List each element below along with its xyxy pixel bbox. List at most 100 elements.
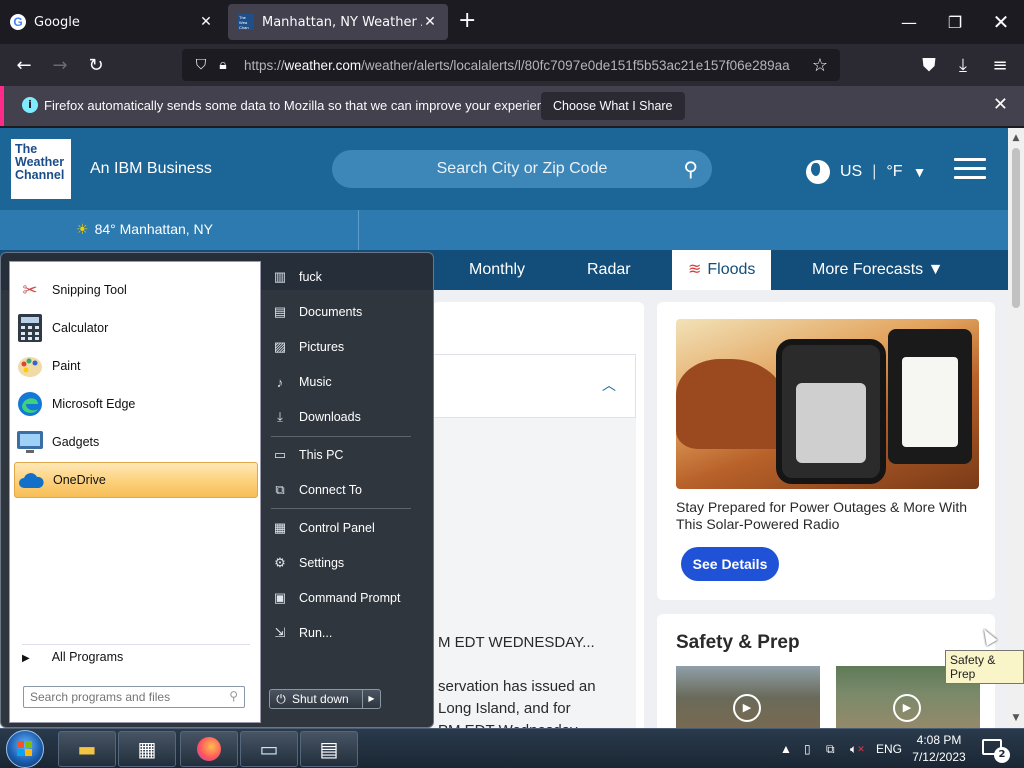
navigation-toolbar: ← → ↻ ⛉ 🔒︎ https://weather.com/weather/a… xyxy=(0,44,1024,86)
show-hidden-icons[interactable]: ▲ xyxy=(780,729,792,768)
firefox-taskbar-button[interactable] xyxy=(180,731,238,767)
nav-label: More Forecasts xyxy=(812,261,924,278)
hamburger-menu-icon[interactable] xyxy=(954,158,986,180)
notepad-taskbar-button[interactable]: ▤ xyxy=(300,731,358,767)
nav-monthly[interactable]: Monthly xyxy=(453,250,541,290)
scroll-down-arrow[interactable]: ▼ xyxy=(1008,710,1024,726)
city-search-input[interactable]: Search City or Zip Code ⚲ xyxy=(332,150,712,188)
minimize-button[interactable]: — xyxy=(886,0,932,44)
remote-desktop-taskbar-button[interactable]: ▭ xyxy=(240,731,298,767)
search-icon[interactable]: ⚲ xyxy=(683,157,698,181)
program-microsoft-edge[interactable]: Microsoft Edge xyxy=(14,386,258,422)
back-button[interactable]: ← xyxy=(11,52,37,78)
downloads-icon[interactable]: ⤓ xyxy=(950,52,976,78)
network-icon: ⧉ xyxy=(275,482,285,497)
url-bar[interactable]: ⛉ 🔒︎ https://weather.com/weather/alerts/… xyxy=(182,49,840,81)
program-paint[interactable]: Paint xyxy=(14,348,258,384)
program-label: Microsoft Edge xyxy=(52,397,136,411)
reload-button[interactable]: ↻ xyxy=(83,52,109,78)
downloads-icon: ⤓ xyxy=(277,409,283,424)
start-button[interactable] xyxy=(6,730,44,768)
place-command-prompt[interactable]: ▣ Command Prompt xyxy=(271,583,421,613)
solar-radio-image[interactable] xyxy=(676,319,979,489)
start-search-box[interactable]: ⚲ xyxy=(23,686,245,708)
close-tab-icon[interactable]: ✕ xyxy=(198,14,214,30)
page-scrollbar[interactable]: ▲ ▼ xyxy=(1008,128,1024,728)
monitor-icon: ▭ xyxy=(259,737,279,761)
cloud-icon xyxy=(15,464,47,496)
place-control-panel[interactable]: ▦ Control Panel xyxy=(271,513,421,543)
locale-selector[interactable]: US | °F ▼ xyxy=(806,160,926,184)
close-notification-icon[interactable]: ✕ xyxy=(993,94,1008,115)
volume-muted-icon[interactable]: 🔈︎ ✕ xyxy=(850,729,865,768)
alert-accordion[interactable]: ︿ xyxy=(432,354,636,418)
close-window-button[interactable]: ✕ xyxy=(978,0,1024,44)
place-music[interactable]: ♪ Music xyxy=(271,367,421,397)
choose-what-i-share-button[interactable]: Choose What I Share xyxy=(541,92,685,120)
pocket-icon[interactable]: ⛊ xyxy=(916,52,942,78)
promo-headline[interactable]: Stay Prepared for Power Outages & More W… xyxy=(676,499,976,533)
nav-radar[interactable]: Radar xyxy=(571,250,647,290)
program-snipping-tool[interactable]: ✂ Snipping Tool xyxy=(14,272,258,308)
lock-icon[interactable]: 🔒︎ xyxy=(212,57,234,73)
place-label: Command Prompt xyxy=(299,591,401,605)
place-pictures[interactable]: ▨ Pictures xyxy=(271,332,421,362)
alert-text: Long Island, and for xyxy=(438,700,571,717)
notification-count-badge: 2 xyxy=(994,747,1010,763)
place-downloads[interactable]: ⤓ Downloads xyxy=(271,402,421,432)
tracking-shield-icon[interactable]: ⛉ xyxy=(190,57,212,73)
nav-floods[interactable]: ≋ Floods xyxy=(672,250,772,290)
place-this-pc[interactable]: ▭ This PC xyxy=(271,440,421,470)
start-search-input[interactable] xyxy=(24,687,214,707)
alert-text: M EDT WEDNESDAY... xyxy=(438,634,595,651)
file-explorer-taskbar-button[interactable]: ▬ xyxy=(58,731,116,767)
lantern-device xyxy=(888,329,972,464)
menu-icon[interactable]: ≡ xyxy=(987,52,1013,78)
url-text[interactable]: https://weather.com/weather/alerts/local… xyxy=(244,58,804,73)
store-taskbar-button[interactable]: ▦ xyxy=(118,731,176,767)
locale-divider: | xyxy=(872,163,877,180)
program-label: Paint xyxy=(52,359,81,373)
play-icon[interactable]: ▶ xyxy=(733,694,761,722)
globe-icon xyxy=(806,160,830,184)
see-details-button[interactable]: See Details xyxy=(681,547,779,581)
weather-channel-logo[interactable]: The Weather Channel xyxy=(11,139,71,199)
close-tab-icon[interactable]: ✕ xyxy=(422,14,438,30)
program-calculator[interactable]: Calculator xyxy=(14,310,258,346)
place-run[interactable]: ⇲ Run... xyxy=(271,618,421,648)
bookmark-star-icon[interactable]: ☆ xyxy=(812,55,828,76)
scroll-thumb[interactable] xyxy=(1012,148,1020,308)
divider xyxy=(358,210,359,250)
url-domain: weather.com xyxy=(284,57,362,73)
place-settings[interactable]: ⚙ Settings xyxy=(271,548,421,578)
shut-down-button[interactable]: ⏻ Shut down ▶ xyxy=(269,689,381,709)
chevron-down-icon: ▼ xyxy=(927,261,944,278)
shutdown-options-arrow[interactable]: ▶ xyxy=(362,690,380,708)
maximize-button[interactable]: ❐ xyxy=(932,0,978,44)
current-location[interactable]: ☀ 84° Manhattan, NY xyxy=(76,221,213,238)
program-onedrive[interactable]: OneDrive xyxy=(14,462,258,498)
site-header: The Weather Channel An IBM Business Sear… xyxy=(0,128,1008,210)
language-indicator[interactable]: ENG xyxy=(876,729,902,768)
place-user-folder[interactable]: ▥ fuck xyxy=(271,262,421,292)
place-connect-to[interactable]: ⧉ Connect To xyxy=(271,475,421,505)
play-icon[interactable]: ▶ xyxy=(893,694,921,722)
chevron-up-icon[interactable]: ︿ xyxy=(602,375,616,395)
place-documents[interactable]: ▤ Documents xyxy=(271,297,421,327)
alert-text: PM EDT Wednesday xyxy=(438,720,578,728)
clock[interactable]: 4:08 PM 7/12/2023 xyxy=(908,732,970,766)
program-gadgets[interactable]: Gadgets xyxy=(14,424,258,460)
tray-phone-icon[interactable]: ▯ xyxy=(804,729,811,768)
scroll-up-arrow[interactable]: ▲ xyxy=(1008,130,1024,146)
nav-more-forecasts[interactable]: More Forecasts ▼ xyxy=(796,250,959,290)
tab-weather-alerts[interactable]: The Wea Chan Manhattan, NY Weather Alert… xyxy=(228,4,448,40)
tab-google[interactable]: G Google ✕ xyxy=(0,4,224,40)
forward-button[interactable]: → xyxy=(47,52,73,78)
all-programs-button[interactable]: ▶ All Programs xyxy=(22,650,123,664)
network-icon[interactable]: ⧉ xyxy=(826,729,835,768)
alert-text: servation has issued an xyxy=(438,678,596,695)
new-tab-button[interactable]: + xyxy=(458,10,476,32)
place-label: This PC xyxy=(299,448,344,462)
clock-date: 7/12/2023 xyxy=(912,750,966,764)
video-thumbnail[interactable]: ▶ xyxy=(676,666,820,728)
